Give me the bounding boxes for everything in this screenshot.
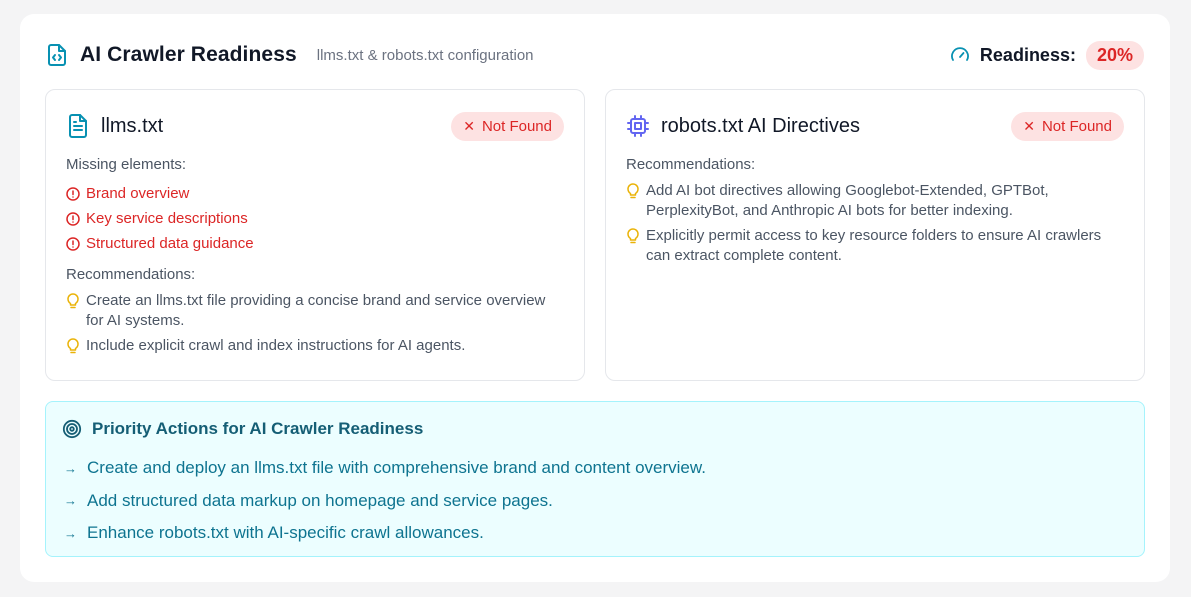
arrow-right-icon: → (64, 493, 77, 509)
missing-item-text: Structured data guidance (86, 235, 254, 252)
readiness-score-badge: 20% (1085, 40, 1144, 70)
priority-action-item: → Create and deploy an llms.txt file wit… (64, 452, 706, 485)
priority-action-text: Create and deploy an llms.txt file with … (87, 458, 706, 478)
gauge-icon (950, 45, 970, 65)
missing-elements-label: Missing elements: (66, 156, 187, 173)
robots-panel: robots.txt AI Directives ✕ Not Found Rec… (605, 89, 1145, 381)
priority-actions-panel: Priority Actions for AI Crawler Readines… (45, 401, 1145, 557)
priority-action-item: → Add structured data markup on homepage… (64, 485, 706, 518)
llms-status-text: Not Found (481, 117, 552, 135)
arrow-right-icon: → (64, 525, 77, 541)
priority-actions-list: → Create and deploy an llms.txt file wit… (64, 452, 706, 550)
arrow-right-icon: → (64, 460, 77, 476)
card-header: AI Crawler Readiness llms.txt & robots.t… (46, 40, 1144, 70)
llms-panel-title: llms.txt (101, 114, 164, 137)
page-subtitle: llms.txt & robots.txt configuration (316, 46, 534, 64)
x-icon: ✕ (463, 117, 475, 134)
crawler-readiness-card: AI Crawler Readiness llms.txt & robots.t… (20, 14, 1170, 582)
priority-action-item: → Enhance robots.txt with AI-specific cr… (64, 517, 706, 550)
missing-item: Brand overview (66, 181, 564, 206)
recommendation-item: Create an llms.txt file providing a conc… (66, 291, 564, 331)
missing-item: Key service descriptions (66, 206, 564, 231)
recommendation-item: Explicitly permit access to key resource… (626, 226, 1124, 266)
llms-panel: llms.txt ✕ Not Found Missing elements: B… (45, 89, 585, 381)
recommendation-item: Add AI bot directives allowing Googlebot… (626, 181, 1124, 221)
lightbulb-icon (626, 182, 640, 200)
priority-action-text: Add structured data markup on homepage a… (87, 490, 553, 510)
target-icon (62, 419, 82, 439)
robots-status-badge: ✕ Not Found (1011, 111, 1124, 141)
alert-circle-icon (66, 211, 80, 226)
recommendation-text: Create an llms.txt file providing a conc… (86, 292, 546, 329)
robots-panel-title: robots.txt AI Directives (661, 114, 860, 137)
cpu-icon (626, 113, 650, 139)
robots-panel-body: Recommendations: Add AI bot directives a… (626, 156, 1124, 271)
recommendation-text: Add AI bot directives allowing Googlebot… (646, 182, 1049, 219)
page-title: AI Crawler Readiness (80, 43, 297, 66)
recommendations-label: Recommendations: (66, 266, 196, 283)
missing-item: Structured data guidance (66, 231, 564, 256)
readiness-label: Readiness: (979, 44, 1076, 65)
lightbulb-icon (66, 337, 80, 355)
recommendation-text: Include explicit crawl and index instruc… (86, 337, 466, 354)
recommendations-label: Recommendations: (626, 156, 756, 173)
alert-circle-icon (66, 236, 80, 251)
missing-item-text: Key service descriptions (86, 210, 248, 227)
lightbulb-icon (626, 227, 640, 245)
lightbulb-icon (66, 292, 80, 310)
file-text-icon (66, 113, 90, 139)
recommendation-item: Include explicit crawl and index instruc… (66, 336, 564, 356)
readiness-indicator: Readiness: 20% (950, 40, 1144, 70)
file-code-icon (46, 43, 68, 67)
alert-circle-icon (66, 186, 80, 201)
llms-panel-header: llms.txt ✕ Not Found (66, 110, 564, 142)
priority-actions-title: Priority Actions for AI Crawler Readines… (92, 419, 424, 438)
priority-actions-header: Priority Actions for AI Crawler Readines… (62, 419, 423, 439)
x-icon: ✕ (1023, 117, 1035, 134)
priority-action-text: Enhance robots.txt with AI-specific craw… (87, 523, 484, 543)
llms-status-badge: ✕ Not Found (451, 111, 564, 141)
llms-panel-body: Missing elements: Brand overview Key ser… (66, 156, 564, 361)
missing-item-text: Brand overview (86, 185, 190, 202)
recommendation-text: Explicitly permit access to key resource… (646, 227, 1102, 264)
robots-panel-header: robots.txt AI Directives ✕ Not Found (626, 110, 1124, 142)
robots-status-text: Not Found (1041, 117, 1112, 135)
